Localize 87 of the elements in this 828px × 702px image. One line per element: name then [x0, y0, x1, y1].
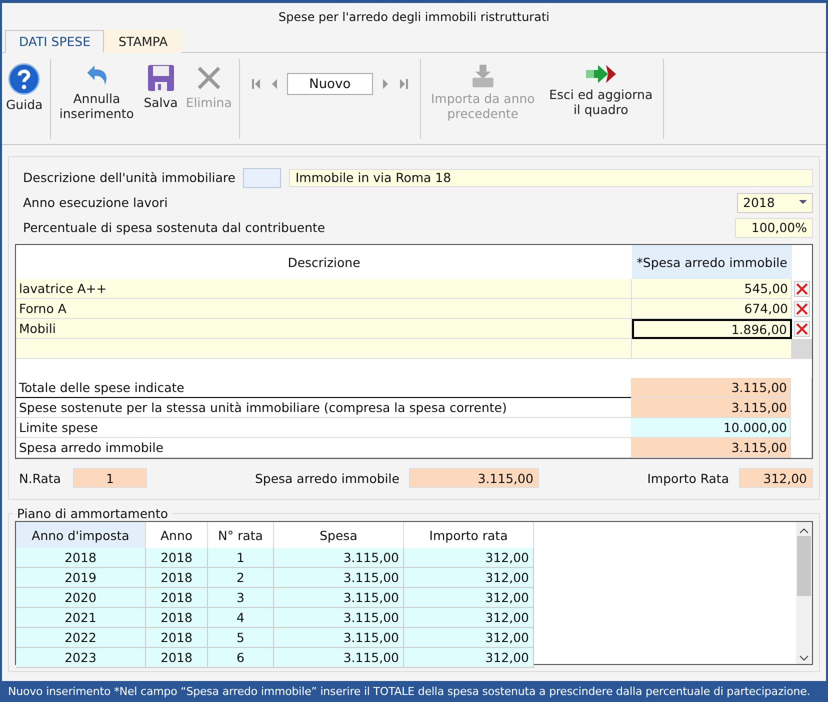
total-value: 3.115,00	[631, 378, 791, 398]
field-label: Importo Rata	[647, 470, 729, 486]
field-label: Descrizione dell'unità immobiliare	[23, 170, 236, 185]
table-cell: 312,00	[404, 608, 534, 628]
amount-cell[interactable]: 1.896,00	[632, 319, 792, 339]
table-cell: 312,00	[404, 588, 534, 608]
amount-cell[interactable]: 545,00	[632, 279, 792, 299]
table-cell: 6	[208, 648, 274, 668]
table-cell: 2019	[16, 568, 146, 588]
field-label: Spesa arredo immobile	[254, 470, 400, 486]
code-field[interactable]	[243, 168, 282, 188]
delete-icon[interactable]	[794, 281, 810, 297]
record-field[interactable]: Nuovo	[286, 73, 373, 95]
table-cell[interactable]: Forno A	[16, 299, 632, 319]
column-header: *Spesa arredo immobile	[632, 245, 792, 279]
delete-icon[interactable]	[794, 301, 810, 317]
table-cell: 3.115,00	[274, 628, 404, 648]
table-cell: 3.115,00	[274, 648, 404, 668]
table-cell: 3.115,00	[274, 588, 404, 608]
total-value: 10.000,00	[631, 418, 791, 438]
table-cell: 4	[208, 608, 274, 628]
table-cell: 2022	[16, 628, 146, 648]
table-cell: 312,00	[404, 548, 534, 568]
column-header: Anno d'imposta	[16, 522, 146, 548]
undo-button[interactable]: Annulla inserimento	[54, 59, 140, 125]
installment-number-field: 1	[72, 468, 147, 488]
table-cell: 2021	[16, 608, 146, 628]
window-title: Spese per l'arredo degli immobili ristrutturati	[278, 10, 550, 24]
scroll-down-icon	[799, 655, 809, 661]
next-record-icon[interactable]	[382, 78, 390, 90]
status-bar: Nuovo inserimento *Nel campo “Spesa arredo immobile” inserire il TOTALE della spesa sostenuta a prescindere dalla percentuale di partecipazione.	[2, 681, 826, 702]
description-field[interactable]: Immobile in via Roma 18	[289, 168, 813, 186]
table-cell: 2	[208, 568, 274, 588]
table-cell: 2018	[146, 548, 208, 568]
amount-cell[interactable]: 674,00	[632, 299, 792, 319]
table-cell: 312,00	[404, 628, 534, 648]
table-cell: 312,00	[404, 568, 534, 588]
table-cell: 2018	[146, 648, 208, 668]
amount-cell[interactable]	[632, 339, 792, 359]
expense-field: 3.115,00	[409, 468, 540, 488]
table-cell[interactable]: lavatrice A++	[16, 279, 632, 299]
column-header: Descrizione	[286, 254, 362, 272]
delete-icon[interactable]	[794, 321, 810, 337]
arrow-icon	[584, 63, 618, 85]
scrollbar-thumb[interactable]	[797, 536, 811, 596]
last-record-icon[interactable]	[398, 78, 409, 90]
table-cell: 2018	[146, 628, 208, 648]
total-value: 3.115,00	[631, 438, 791, 458]
table-cell: 2018	[146, 568, 208, 588]
table-cell[interactable]	[16, 339, 632, 359]
dropdown-caret-icon	[799, 200, 807, 205]
table-cell: 5	[208, 628, 274, 648]
exit-button[interactable]: Esci ed aggiorna il quadro	[542, 59, 660, 125]
tab[interactable]: STAMPA	[104, 30, 182, 53]
total-label: Spesa arredo immobile	[16, 438, 631, 458]
scrollbar[interactable]	[796, 522, 812, 664]
field-label: Anno esecuzione lavori	[23, 195, 169, 210]
field-label: Percentuale di spesa sostenuta dal contribuente	[23, 220, 326, 235]
save-button[interactable]: Salva	[140, 59, 182, 125]
percentage-field[interactable]: 100,00%	[735, 218, 813, 238]
question-mark-icon	[8, 63, 40, 95]
table-cell: 2018	[146, 588, 208, 608]
total-label: Totale delle spese indicate	[16, 378, 631, 398]
table-cell: 2020	[16, 588, 146, 608]
total-label: Limite spese	[16, 418, 631, 438]
installment-amount-field: 312,00	[739, 468, 813, 488]
table-cell: 2018	[16, 548, 146, 568]
table-cell: 312,00	[404, 648, 534, 668]
table-cell: 2023	[16, 648, 146, 668]
help-button[interactable]: Guida	[2, 59, 47, 125]
table-cell: 3.115,00	[274, 608, 404, 628]
table-cell: 1	[208, 548, 274, 568]
table-cell: 2018	[146, 608, 208, 628]
table-cell[interactable]: Mobili	[16, 319, 632, 339]
scroll-up-icon	[799, 528, 809, 534]
first-record-icon[interactable]	[250, 78, 261, 90]
table-cell: 3.115,00	[274, 548, 404, 568]
previous-record-icon[interactable]	[270, 78, 278, 90]
total-label: Spese sostenute per la stessa unità immobiliare (compresa la spesa corrente)	[16, 398, 631, 418]
year-dropdown[interactable]: 2018	[737, 192, 813, 212]
group-title: Piano di ammortamento	[16, 506, 170, 521]
table-cell: 3	[208, 588, 274, 608]
total-value: 3.115,00	[631, 398, 791, 418]
tab[interactable]: DATI SPESE	[5, 30, 104, 53]
field-label: N.Rata	[19, 470, 61, 486]
row-header-cell	[792, 339, 812, 359]
table-cell: 3.115,00	[274, 568, 404, 588]
